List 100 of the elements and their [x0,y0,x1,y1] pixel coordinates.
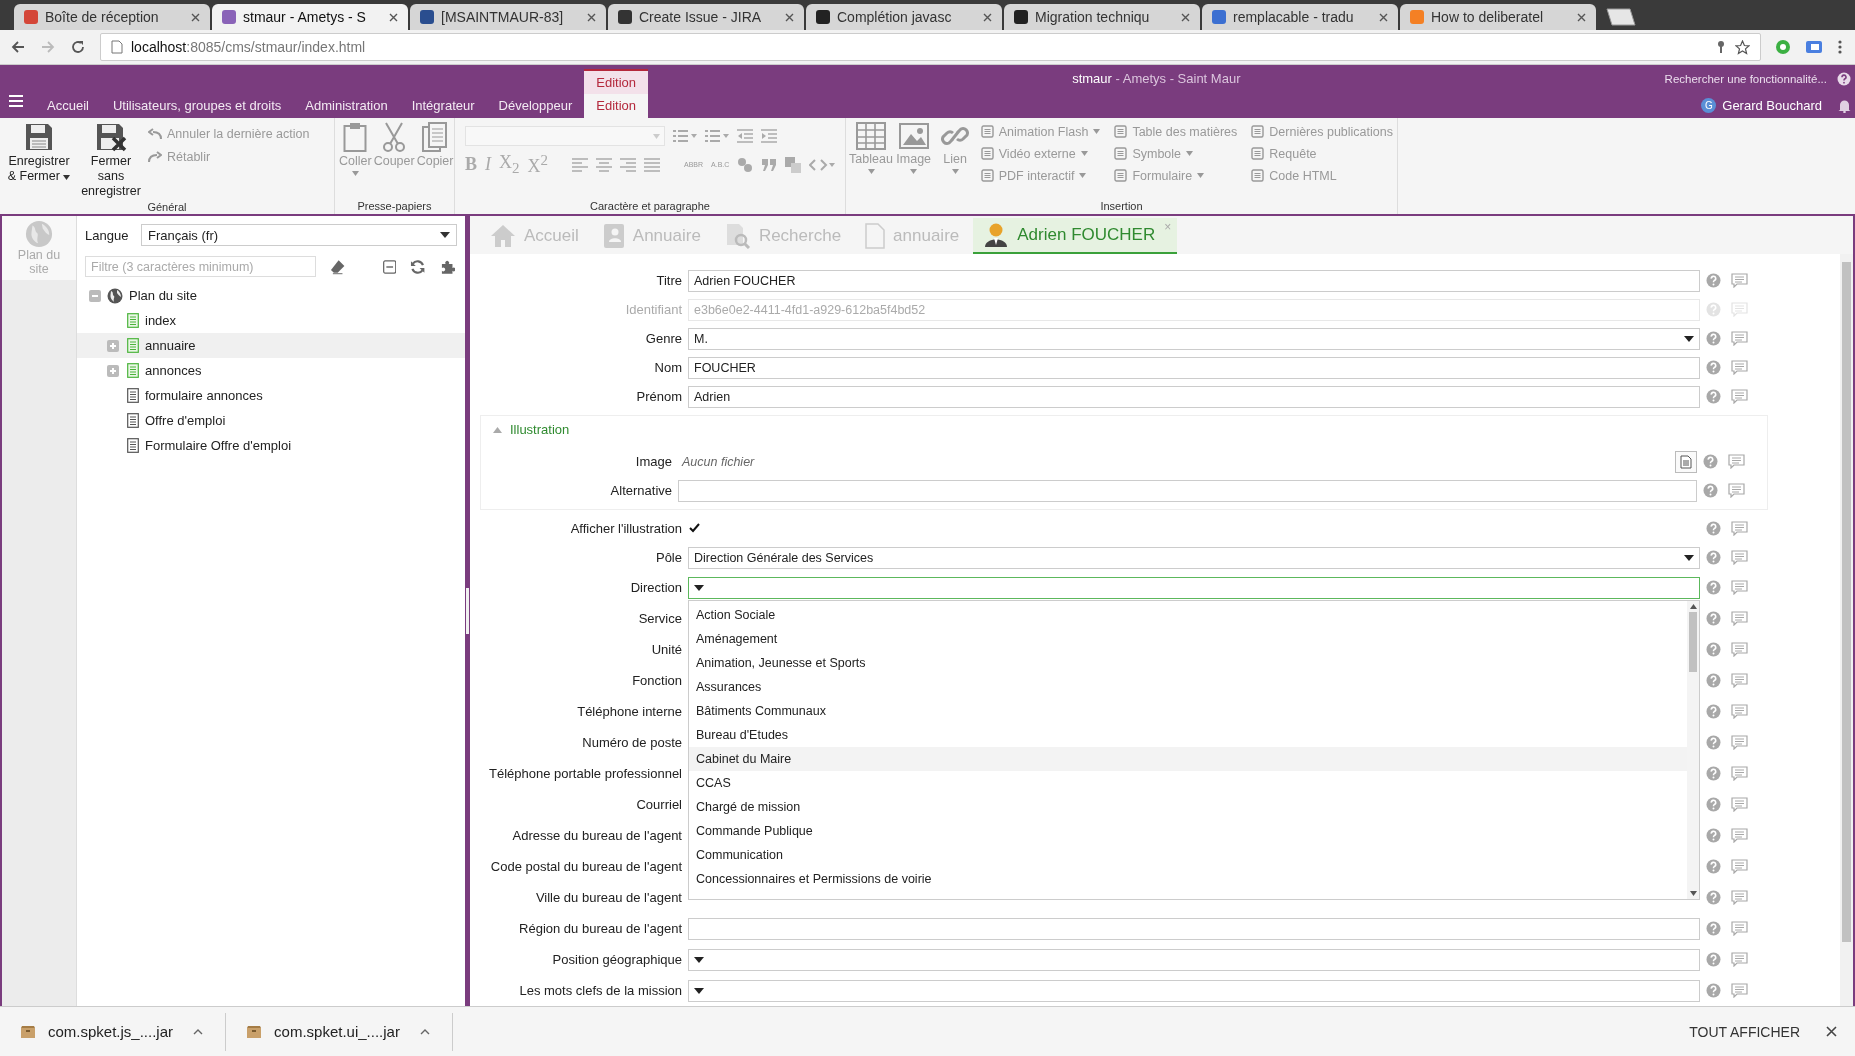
filter-field[interactable]: Filtre (3 caractères minimum) [85,256,316,277]
help-icon[interactable] [1706,611,1721,626]
scroll-up-icon[interactable] [1689,603,1697,609]
dropdown-option[interactable]: Animation, Jeunesse et Sports [689,650,1687,675]
expand-toggle-icon[interactable] [107,364,119,377]
chevron-up-icon[interactable] [419,1028,430,1035]
align-icon[interactable] [596,157,612,172]
comment-icon[interactable] [1731,735,1748,750]
close-icon[interactable] [191,12,200,22]
back-icon[interactable] [10,39,26,55]
comment-icon[interactable] [1731,521,1748,536]
eraser-icon[interactable] [329,258,345,275]
help-icon[interactable] [1706,642,1721,657]
language-select[interactable]: Français (fr) [141,224,457,246]
help-icon[interactable] [1706,952,1721,967]
feature-search-field[interactable]: Rechercher une fonctionnalité... [1664,73,1827,85]
extension-icon[interactable] [1805,40,1823,54]
help-icon[interactable] [1703,483,1718,498]
dropdown-option[interactable]: Concessionnaires et Permissions de voirie [689,866,1687,891]
dropdown-option[interactable]: Action Sociale [689,602,1687,627]
scrollbar[interactable] [1687,600,1699,899]
menu-tab[interactable]: Intégrateur [399,94,487,118]
scrollbar-thumb[interactable] [1689,611,1697,672]
comment-icon[interactable] [1731,642,1748,657]
comment-icon[interactable] [1731,331,1748,346]
comment-icon[interactable] [1731,273,1748,288]
browser-tab[interactable]: stmaur - Ametys - S [212,4,408,30]
collapse-toggle-icon[interactable] [89,289,101,302]
menu-tab[interactable]: Développeur [486,94,585,118]
tree-node[interactable]: index [77,308,465,333]
comment-icon[interactable] [1728,483,1745,498]
comment-icon[interactable] [1731,766,1748,781]
new-tab-button[interactable] [1606,8,1636,26]
bell-icon[interactable] [1838,98,1851,113]
comment-icon[interactable] [1731,611,1748,626]
text-field[interactable] [678,479,1697,502]
scrollbar-thumb[interactable] [1842,262,1851,942]
browser-tab[interactable]: Complétion javasc [806,4,1002,30]
puzzle-icon[interactable] [439,258,455,275]
help-icon[interactable] [1706,550,1721,565]
close-icon[interactable] [587,12,596,22]
address-field[interactable]: localhost:8085/cms/stmaur/index.html [100,33,1761,61]
close-icon[interactable] [1379,12,1388,22]
download-item[interactable]: com.spket.ui_....jar [244,1012,453,1051]
help-icon[interactable] [1706,273,1721,288]
help-icon[interactable] [1706,360,1721,375]
select-field[interactable]: M. [688,327,1700,350]
browser-tab[interactable]: Boîte de réception [14,4,210,30]
show-all-button[interactable]: TOUT AFFICHER [1689,1023,1800,1040]
tree-node[interactable]: Plan du site [77,283,465,308]
outdent-icon[interactable] [737,129,753,143]
browser-tab[interactable]: How to deliberatel [1400,4,1596,30]
comment-icon[interactable] [1731,580,1748,595]
align-icon[interactable] [620,157,636,172]
help-icon[interactable] [1706,673,1721,688]
dropdown-option[interactable]: Aménagement [689,626,1687,651]
fieldset-toggle[interactable]: Illustration [481,416,1767,447]
menu-tab[interactable]: Edition [584,94,648,118]
close-without-saving-button[interactable]: Fermer sans enregistrer [76,122,146,199]
menu-icon[interactable] [1837,39,1843,55]
scroll-down-icon[interactable] [1689,890,1697,896]
select-field[interactable] [688,576,1700,599]
browser-tab[interactable]: remplacable - tradu [1202,4,1398,30]
select-field[interactable] [688,979,1700,1002]
collapse-icon[interactable] [382,259,397,274]
close-icon[interactable] [389,12,398,22]
help-icon[interactable] [1706,921,1721,936]
dropdown-option[interactable]: Bureau d'Etudes [689,722,1687,747]
file-field[interactable]: Aucun fichier [678,454,755,469]
comment-icon[interactable] [1731,673,1748,688]
comment-icon[interactable] [1731,360,1748,375]
tree-node[interactable]: Formulaire Offre d'emploi [77,433,465,458]
close-icon[interactable] [785,12,794,22]
save-and-close-button[interactable]: Enregistrer & Fermer [4,122,74,199]
help-icon[interactable] [1706,828,1721,843]
menu-tab[interactable]: Utilisateurs, groupes et droits [100,94,294,118]
help-icon[interactable] [1837,72,1851,86]
star-icon[interactable] [1735,39,1750,55]
close-icon[interactable] [983,12,992,22]
comment-icon[interactable] [1731,828,1748,843]
align-icon[interactable] [572,157,588,172]
user-name[interactable]: Gerard Bouchard [1722,98,1822,113]
help-icon[interactable] [1706,859,1721,874]
align-icon[interactable] [644,157,660,172]
style-select[interactable] [465,126,665,146]
chevron-up-icon[interactable] [193,1028,204,1035]
comment-icon[interactable] [1731,797,1748,812]
menu-tab[interactable]: Accueil [35,94,101,118]
comment-icon[interactable] [1731,983,1748,998]
text-field[interactable]: Adrien [688,385,1700,408]
bulleted-list-icon[interactable] [673,129,697,143]
refresh-icon[interactable] [410,258,426,275]
select-field[interactable]: Direction Générale des Services [688,546,1700,569]
file-picker-button[interactable] [1675,450,1697,473]
help-icon[interactable] [1703,454,1718,469]
comment-icon[interactable] [1731,859,1748,874]
dropdown-option[interactable]: Cabinet du Maire [689,746,1687,771]
code-icon[interactable] [809,157,836,172]
text-field[interactable]: FOUCHER [688,356,1700,379]
content-tab[interactable]: Adrien FOUCHER × [973,218,1178,254]
